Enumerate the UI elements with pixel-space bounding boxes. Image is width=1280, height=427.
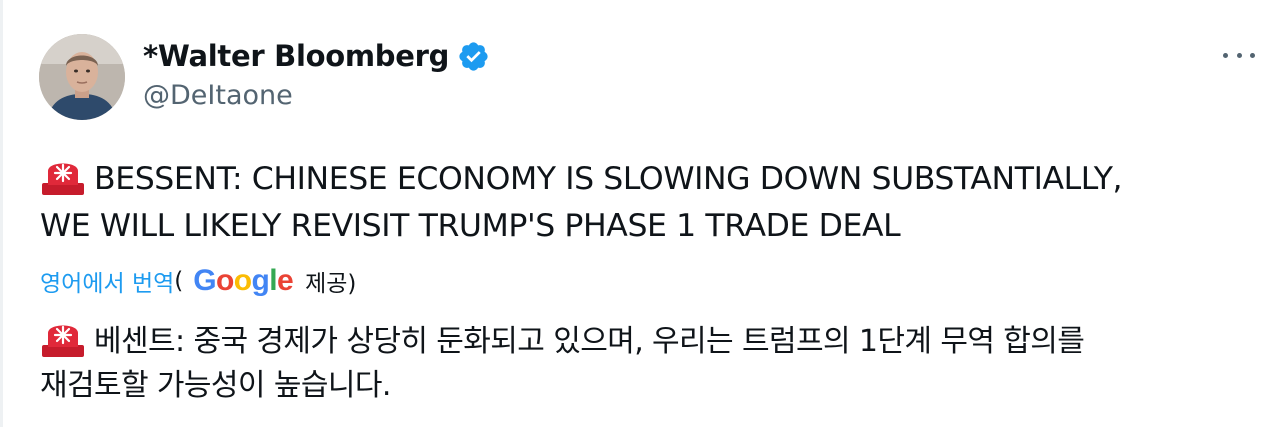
tweet-text: WE WILL LIKELY REVISIT TRUMP'S PHASE 1 T…	[40, 208, 901, 244]
translated-text-line-2: 재검토할 가능성이 높습니다.	[40, 360, 391, 404]
more-horizontal-icon	[1223, 52, 1228, 58]
provided-by-label: 제공)	[305, 271, 357, 297]
verified-badge-icon[interactable]	[457, 40, 490, 73]
open-paren: (	[174, 268, 184, 294]
avatar[interactable]	[39, 34, 125, 120]
more-dot	[1250, 52, 1255, 58]
divider	[0, 0, 3, 427]
translated-text-line-1: 베센트: 중국 경제가 상당히 둔화되고 있으며, 우리는 트럼프의 1단계 무…	[40, 315, 1085, 360]
author-name-row: *Walter Bloomberg	[143, 34, 490, 78]
google-logo: Google	[193, 264, 294, 297]
translated-text: 베센트: 중국 경제가 상당히 둔화되고 있으며, 우리는 트럼프의 1단계 무…	[94, 324, 1085, 359]
tweet-text-line-2: WE WILL LIKELY REVISIT TRUMP'S PHASE 1 T…	[40, 208, 901, 244]
tweet-text-line-1: BESSENT: CHINESE ECONOMY IS SLOWING DOWN…	[40, 153, 1123, 197]
translated-from-link[interactable]: 영어에서 번역	[40, 264, 174, 298]
more-options-button[interactable]	[1221, 43, 1257, 67]
translated-text: 재검토할 가능성이 높습니다.	[40, 368, 391, 403]
tweet-card: *Walter Bloomberg @DeItaone BESSENT: CHI…	[0, 0, 1280, 427]
avatar-image	[39, 34, 125, 120]
translation-attribution: 영어에서 번역 ( Google 제공)	[40, 262, 356, 300]
author-handle[interactable]: @DeItaone	[143, 80, 293, 111]
rotating-light-icon	[42, 325, 84, 357]
tweet-text: BESSENT: CHINESE ECONOMY IS SLOWING DOWN…	[94, 161, 1123, 197]
rotating-light-icon	[42, 163, 84, 195]
display-name[interactable]: *Walter Bloomberg	[143, 39, 449, 73]
more-dot	[1236, 52, 1242, 58]
